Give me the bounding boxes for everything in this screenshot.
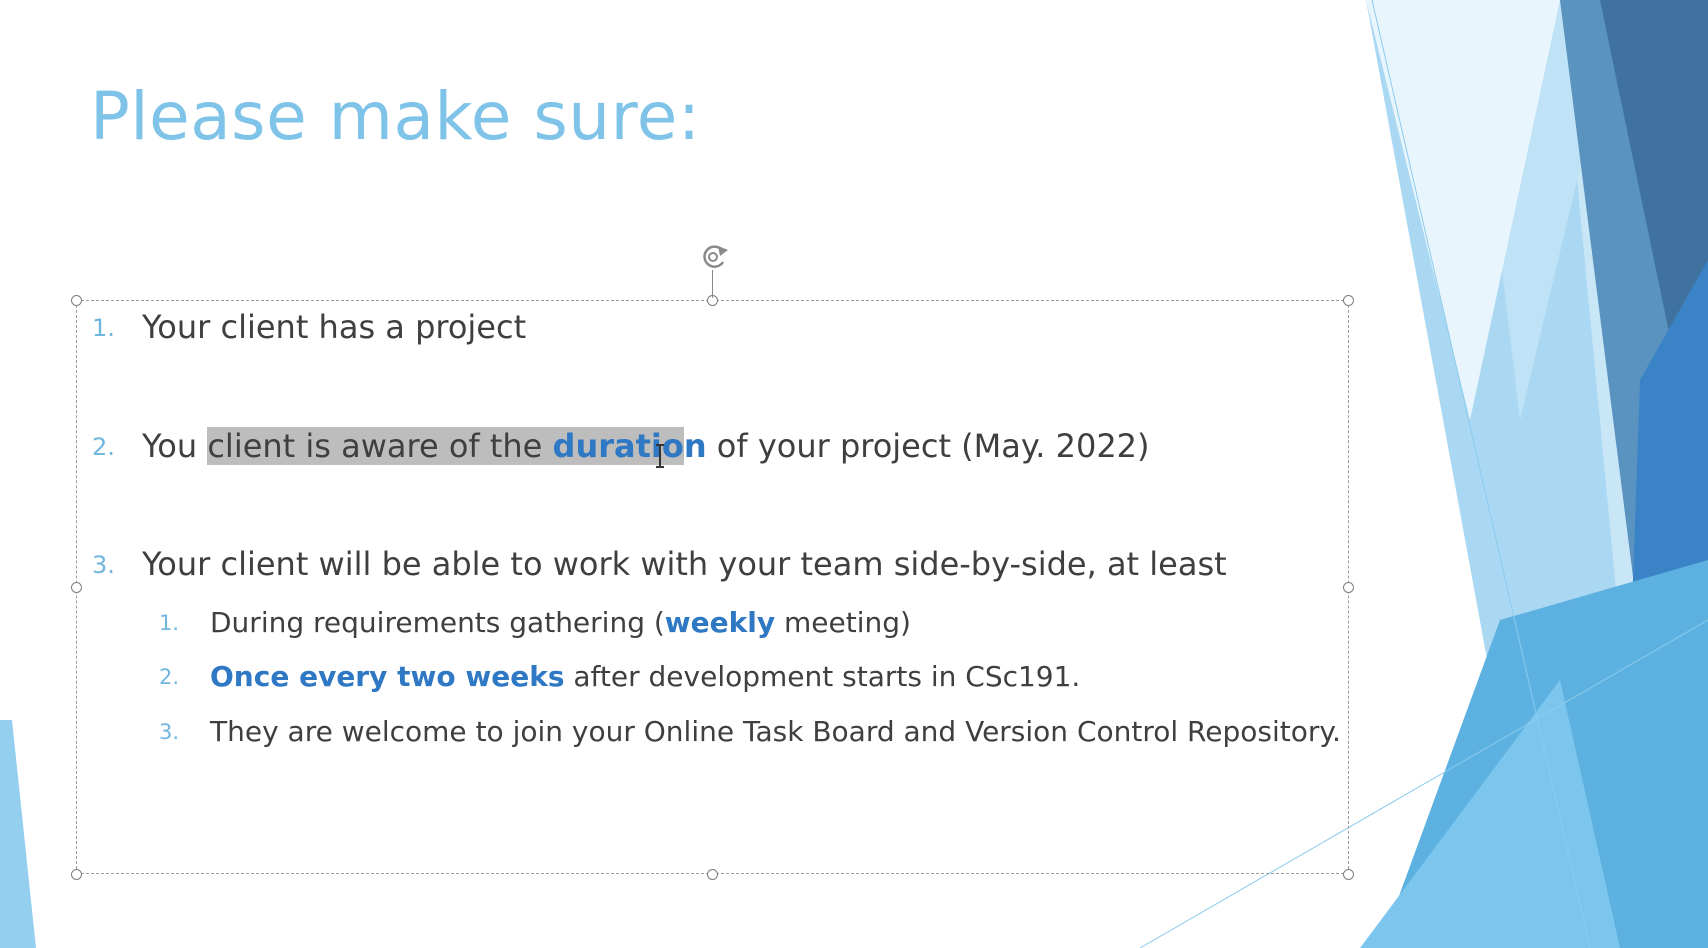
sub-list-number: 3. xyxy=(159,720,180,744)
rotate-handle-stem xyxy=(712,270,713,298)
list-item-text: Your client has a project xyxy=(142,308,527,346)
list-number: 1. xyxy=(92,314,115,342)
emphasis-weekly: weekly xyxy=(664,606,776,639)
list-item-1[interactable]: 1. Your client has a project xyxy=(92,308,527,346)
text-cursor-icon xyxy=(656,444,664,468)
sub-list-item-3[interactable]: 3. They are welcome to join your Online … xyxy=(159,715,1341,748)
sub-list-item-1[interactable]: 1. During requirements gathering (weekly… xyxy=(159,606,911,639)
sub-item-text-end: meeting) xyxy=(775,606,911,639)
selected-text: client is aware of the duratio xyxy=(207,427,684,465)
content-text-box[interactable] xyxy=(76,300,1349,874)
emphasis-once-every-two-weeks: Once every two weeks xyxy=(210,660,565,693)
list-item-text-start: You xyxy=(142,427,208,465)
slide-title: Please make sure: xyxy=(90,78,701,155)
resize-handle-bottom[interactable] xyxy=(707,869,718,880)
resize-handle-left[interactable] xyxy=(71,582,82,593)
resize-handle-top-right[interactable] xyxy=(1343,295,1354,306)
list-number: 2. xyxy=(92,433,115,461)
selected-text-plain: client is aware of the xyxy=(207,427,553,465)
sub-item-text-end: after development starts in CSc191. xyxy=(564,660,1081,693)
list-item-text-end: of your project (May. 2022) xyxy=(706,427,1150,465)
resize-handle-bottom-left[interactable] xyxy=(71,869,82,880)
list-item-text: Your client will be able to work with yo… xyxy=(142,545,1227,583)
sub-list-number: 1. xyxy=(159,611,180,635)
emphasis-duration-tail: n xyxy=(683,427,707,465)
list-item-3[interactable]: 3. Your client will be able to work with… xyxy=(92,545,1227,583)
resize-handle-bottom-right[interactable] xyxy=(1343,869,1354,880)
list-number: 3. xyxy=(92,551,115,579)
list-item-2[interactable]: 2. You client is aware of the duration o… xyxy=(92,427,1150,465)
sub-list-item-2[interactable]: 2. Once every two weeks after developmen… xyxy=(159,660,1081,693)
rotate-handle-icon[interactable] xyxy=(698,242,732,272)
resize-handle-top-left[interactable] xyxy=(71,295,82,306)
resize-handle-right[interactable] xyxy=(1343,582,1354,593)
sub-item-text: They are welcome to join your Online Tas… xyxy=(210,715,1341,748)
sub-item-text-start: During requirements gathering ( xyxy=(210,606,665,639)
sub-list-number: 2. xyxy=(159,665,180,689)
